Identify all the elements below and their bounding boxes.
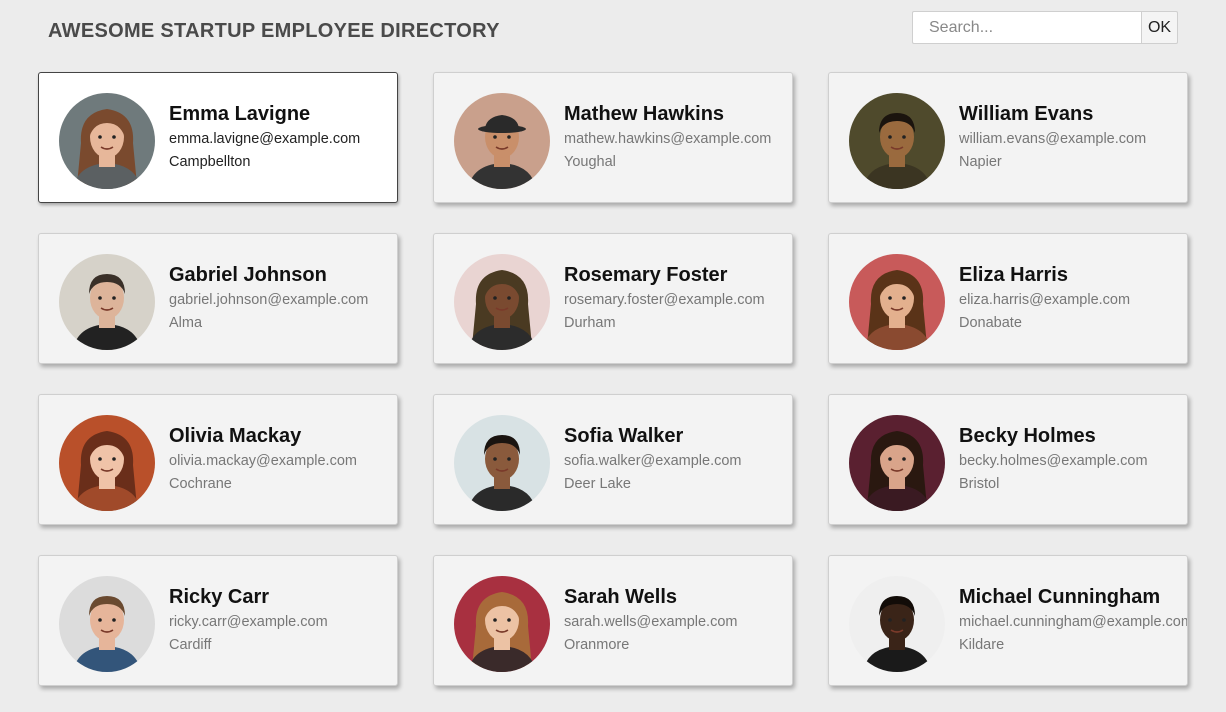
avatar (849, 93, 945, 189)
employee-city: Donabate (959, 315, 1022, 331)
employee-city: Bristol (959, 476, 1000, 492)
search-form: OK (912, 11, 1178, 44)
employee-name: Emma Lavigne (169, 103, 311, 125)
employee-city: Oranmore (564, 637, 630, 653)
avatar (849, 254, 945, 350)
employee-info: Gabriel Johnson gabriel.johnson@example.c… (169, 263, 368, 332)
avatar (59, 93, 155, 189)
employee-name: Gabriel Johnson (169, 264, 327, 286)
employee-card[interactable]: Sarah Wells sarah.wells@example.com Oranmo… (433, 555, 793, 686)
employee-city: Cardiff (169, 637, 212, 653)
employee-card[interactable]: Rosemary Foster rosemary.foster@example.c… (433, 233, 793, 364)
employee-name: Sarah Wells (564, 586, 678, 608)
employee-email: sofia.walker@example.com (564, 453, 742, 469)
employee-card[interactable]: Ricky Carr ricky.carr@example.com Cardiff (38, 555, 398, 686)
avatar (59, 415, 155, 511)
employee-grid: Emma Lavigne emma.lavigne@example.com Camp… (38, 72, 1188, 686)
avatar (849, 576, 945, 672)
employee-city: Campbellton (169, 154, 251, 170)
employee-name: Eliza Harris (959, 264, 1068, 286)
employee-name: Becky Holmes (959, 425, 1096, 447)
search-input[interactable] (912, 11, 1141, 44)
employee-card[interactable]: Eliza Harris eliza.harris@example.com Dona… (828, 233, 1188, 364)
employee-info: Emma Lavigne emma.lavigne@example.com Camp… (169, 102, 360, 171)
employee-name: Ricky Carr (169, 586, 270, 608)
employee-name: Rosemary Foster (564, 264, 728, 286)
employee-city: Cochrane (169, 476, 232, 492)
employee-info: Rosemary Foster rosemary.foster@example.c… (564, 263, 765, 332)
employee-email: gabriel.johnson@example.com (169, 292, 369, 308)
employee-info: Becky Holmes becky.holmes@example.com Bris… (959, 424, 1148, 493)
employee-city: Alma (169, 315, 203, 331)
employee-email: becky.holmes@example.com (959, 453, 1148, 469)
employee-name: William Evans (959, 103, 1094, 125)
employee-name: Sofia Walker (564, 425, 684, 447)
employee-info: Eliza Harris eliza.harris@example.com Dona… (959, 263, 1130, 332)
employee-card[interactable]: Emma Lavigne emma.lavigne@example.com Camp… (38, 72, 398, 203)
employee-info: Sarah Wells sarah.wells@example.com Oranmo… (564, 585, 737, 654)
employee-info: Olivia Mackay olivia.mackay@example.com Co… (169, 424, 357, 493)
employee-name: Michael Cunningham (959, 586, 1161, 608)
employee-card[interactable]: William Evans william.evans@example.com Na… (828, 72, 1188, 203)
employee-name: Mathew Hawkins (564, 103, 725, 125)
search-ok-button[interactable]: OK (1141, 11, 1178, 44)
employee-email: olivia.mackay@example.com (169, 453, 357, 469)
avatar (849, 415, 945, 511)
page-header: AWESOME STARTUP EMPLOYEE DIRECTORY OK (0, 0, 1226, 60)
avatar (59, 576, 155, 672)
employee-city: Napier (959, 154, 1002, 170)
employee-email: william.evans@example.com (959, 131, 1147, 147)
avatar (454, 576, 550, 672)
employee-email: mathew.hawkins@example.com (564, 131, 772, 147)
employee-card[interactable]: Mathew Hawkins mathew.hawkins@example.com… (433, 72, 793, 203)
employee-card[interactable]: Olivia Mackay olivia.mackay@example.com Co… (38, 394, 398, 525)
employee-email: michael.cunningham@example.com (959, 614, 1188, 630)
employee-info: Ricky Carr ricky.carr@example.com Cardiff (169, 585, 328, 654)
employee-card[interactable]: Michael Cunningham michael.cunningham@exa… (828, 555, 1188, 686)
employee-email: rosemary.foster@example.com (564, 292, 765, 308)
employee-email: ricky.carr@example.com (169, 614, 328, 630)
avatar (59, 254, 155, 350)
employee-city: Kildare (959, 637, 1005, 653)
employee-info: Mathew Hawkins mathew.hawkins@example.com… (564, 102, 771, 171)
employee-card[interactable]: Gabriel Johnson gabriel.johnson@example.c… (38, 233, 398, 364)
employee-name: Olivia Mackay (169, 425, 302, 447)
employee-info: Michael Cunningham michael.cunningham@exa… (959, 585, 1188, 654)
avatar (454, 415, 550, 511)
employee-info: William Evans william.evans@example.com Na… (959, 102, 1146, 171)
page-title: AWESOME STARTUP EMPLOYEE DIRECTORY (48, 20, 500, 42)
avatar (454, 254, 550, 350)
employee-city: Durham (564, 315, 616, 331)
employee-info: Sofia Walker sofia.walker@example.com Deer… (564, 424, 742, 493)
employee-email: eliza.harris@example.com (959, 292, 1131, 308)
employee-card[interactable]: Sofia Walker sofia.walker@example.com Deer… (433, 394, 793, 525)
avatar (454, 93, 550, 189)
employee-email: emma.lavigne@example.com (169, 131, 361, 147)
employee-email: sarah.wells@example.com (564, 614, 738, 630)
employee-card[interactable]: Becky Holmes becky.holmes@example.com Bris… (828, 394, 1188, 525)
employee-city: Youghal (564, 154, 616, 170)
employee-city: Deer Lake (564, 476, 631, 492)
